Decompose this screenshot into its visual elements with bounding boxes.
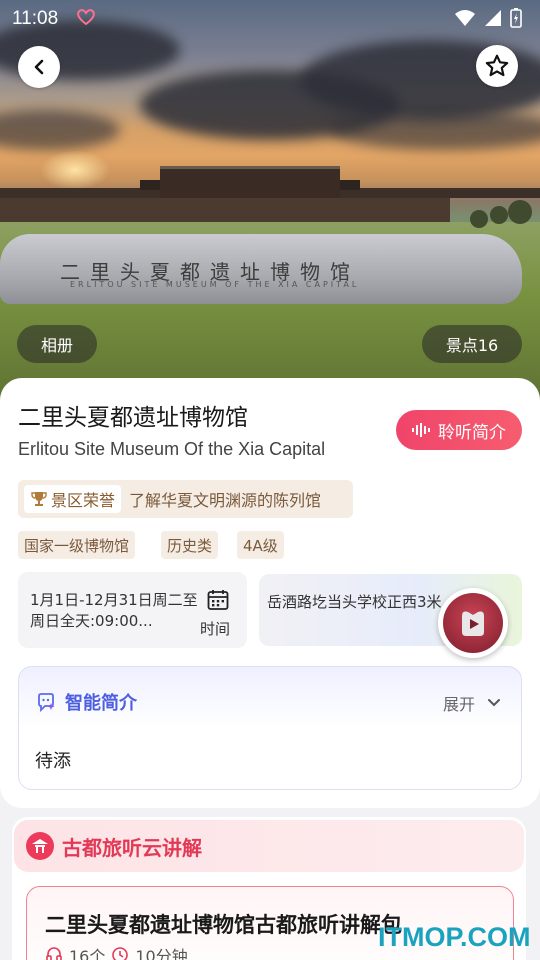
audio-wave-icon <box>412 423 430 437</box>
tag-history: 历史类 <box>161 531 219 559</box>
tag-4a-level: 4A级 <box>237 531 284 559</box>
honor-tag-label: 景区荣誉 <box>51 491 116 510</box>
guide-count: 16个 <box>69 947 106 960</box>
star-icon <box>485 54 509 77</box>
watermark: ITMOP.COM <box>378 922 531 952</box>
page-subtitle: Erlitou Site Museum Of the Xia Capital <box>18 439 326 459</box>
album-button[interactable]: 相册 <box>17 325 97 363</box>
pavilion-icon <box>26 832 54 860</box>
guide-package-title: 二里头夏都遗址博物馆古都旅听讲解包 <box>45 913 402 937</box>
address-text: 岳酒路圪当头学校正西3米 <box>267 593 442 611</box>
calendar-icon <box>207 590 229 610</box>
opening-hours-label: 时间 <box>200 620 231 638</box>
spots-button[interactable]: 景点16 <box>422 325 522 363</box>
favorite-button[interactable] <box>476 45 518 87</box>
headphone-icon <box>46 947 62 960</box>
opening-hours-box[interactable]: 1月1日-12月31日周二至周日全天:09:00... 时间 <box>18 572 247 648</box>
cloud-guide-title: 古都旅听云讲解 <box>62 835 202 860</box>
ai-sparkle-icon <box>38 693 55 713</box>
trophy-icon <box>31 492 47 506</box>
tag-national-museum: 国家一级博物馆 <box>18 531 136 559</box>
guide-duration: 10分钟 <box>135 947 188 960</box>
ai-intro-content: 待添 <box>35 751 71 772</box>
signal-icon <box>485 10 501 26</box>
opening-hours-text: 1月1日-12月31日周二至周日全天:09:00... <box>30 591 198 630</box>
clock-icon <box>112 947 129 960</box>
audio-guide-play-button[interactable] <box>438 588 508 658</box>
status-bar: 11:08 <box>0 0 540 36</box>
honor-text: 了解华夏文明渊源的陈列馆 <box>129 491 322 510</box>
listen-intro-label: 聆听简介 <box>438 422 506 443</box>
cloud-guide-header: 古都旅听云讲解 <box>14 820 524 872</box>
ai-intro-panel: 智能简介 展开 待添 <box>18 666 522 790</box>
status-time: 11:08 <box>12 8 59 29</box>
listen-intro-button[interactable]: 聆听简介 <box>396 410 522 450</box>
page-title: 二里头夏都遗址博物馆 <box>18 405 248 431</box>
play-icon <box>462 611 484 636</box>
ai-intro-title: 智能简介 <box>65 693 137 714</box>
wifi-icon <box>455 10 475 26</box>
ai-intro-expand-button[interactable]: 展开 <box>443 691 501 715</box>
expand-label: 展开 <box>442 695 475 714</box>
chevron-down-icon <box>488 699 500 707</box>
chevron-left-icon <box>34 59 44 75</box>
back-button[interactable] <box>18 46 60 88</box>
honor-tag: 景区荣誉 <box>24 485 122 513</box>
heart-notification-icon <box>77 9 95 26</box>
stone-inscription-en: ERLITOU SITE MUSEUM OF THE XIA CAPITAL <box>70 280 360 289</box>
battery-icon <box>510 8 522 28</box>
honor-banner[interactable]: 景区荣誉 了解华夏文明渊源的陈列馆 <box>18 480 353 518</box>
